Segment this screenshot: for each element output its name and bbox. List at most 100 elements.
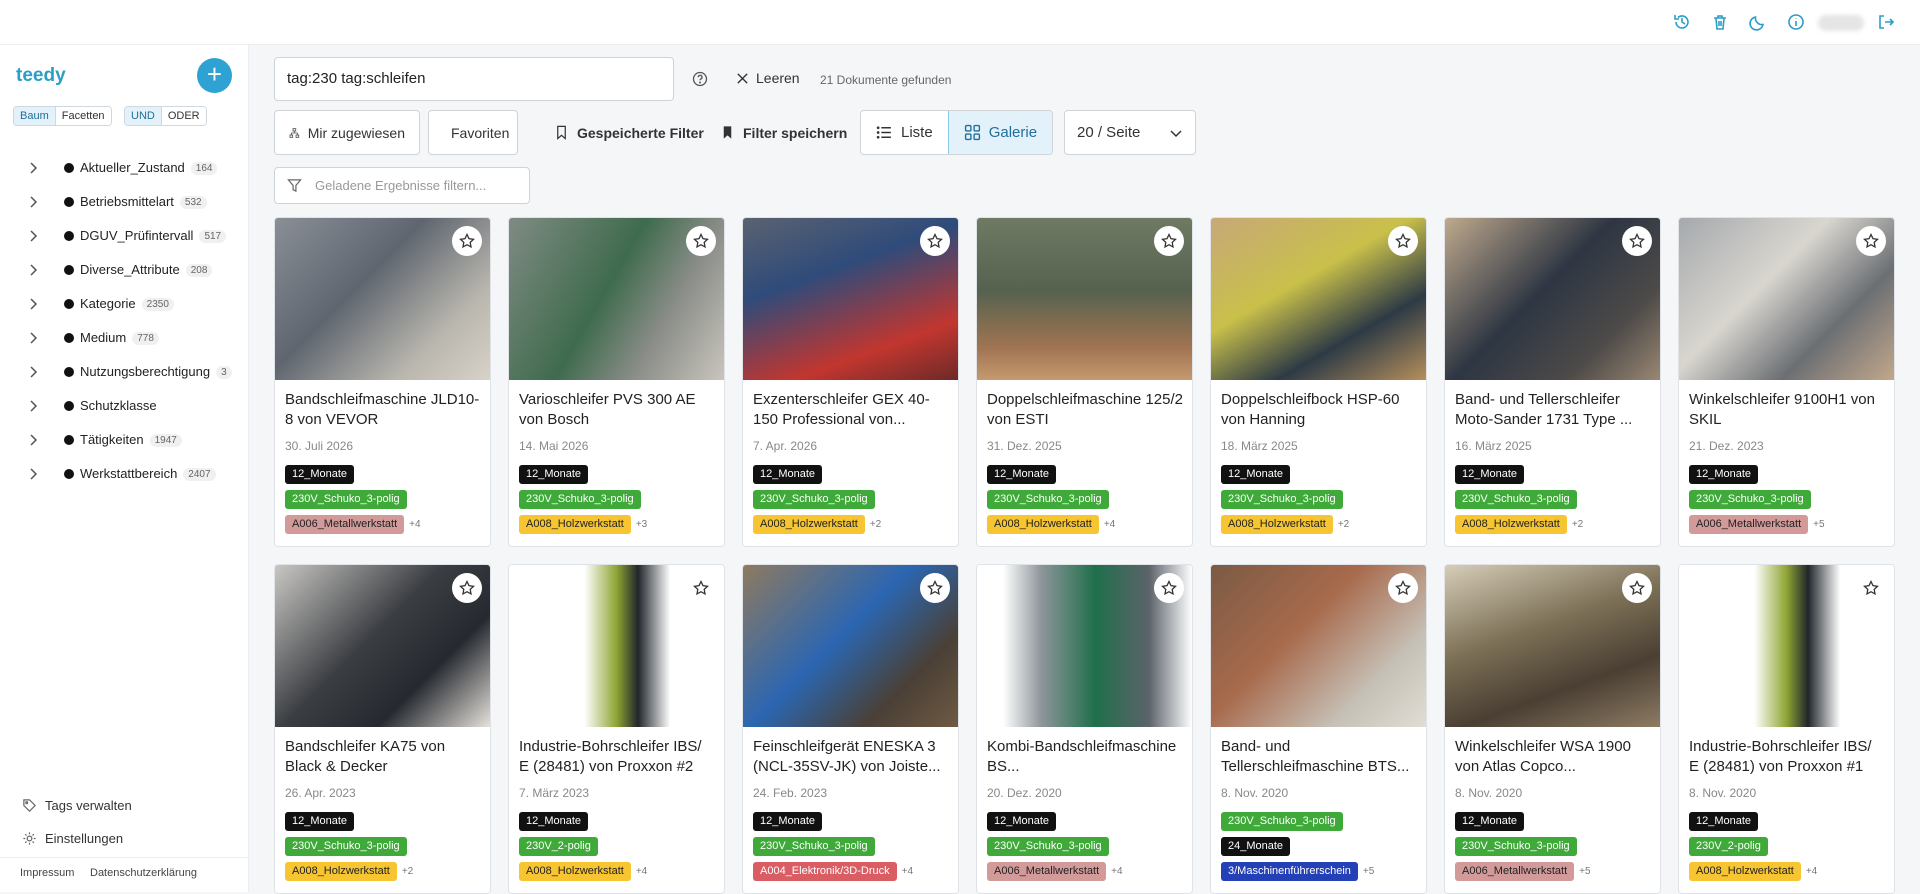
document-title[interactable]: Feinschleifgerät ENESKA 3 (NCL-35SV-JK) … <box>753 737 949 777</box>
tag-badge[interactable]: A008_Holzwerkstatt <box>1455 515 1567 534</box>
chevron-right-icon[interactable] <box>26 467 40 481</box>
document-card[interactable]: Band- und Tellerschleifmaschine BTS... 8.… <box>1210 564 1427 894</box>
settings-link[interactable]: Einstellungen <box>22 831 123 846</box>
chevron-right-icon[interactable] <box>26 297 40 311</box>
document-card[interactable]: Exzenterschleifer GEX 40-150 Professiona… <box>742 217 959 547</box>
favorite-star-icon[interactable] <box>920 573 950 603</box>
document-card[interactable]: Bandschleifmaschine JLD10-8 von VEVOR 30.… <box>274 217 491 547</box>
result-filter-input[interactable]: Geladene Ergebnisse filtern... <box>274 167 530 204</box>
document-card[interactable]: Industrie-Bohrschleifer IBS/ E (28481) v… <box>1678 564 1895 894</box>
tag-badge[interactable]: 12_Monate <box>1455 812 1525 831</box>
document-title[interactable]: Winkelschleifer WSA 1900 von Atlas Copco… <box>1455 737 1651 777</box>
tag-badge[interactable]: 230V_Schuko_3-polig <box>519 490 641 509</box>
tag-badge[interactable]: 230V_Schuko_3-polig <box>987 490 1109 509</box>
tab-oder[interactable]: ODER <box>160 107 206 125</box>
page-size-select[interactable]: 20 / Seite <box>1064 110 1196 155</box>
favorite-star-icon[interactable] <box>1154 573 1184 603</box>
tab-und[interactable]: UND <box>125 107 161 125</box>
tag-badge[interactable]: A008_Holzwerkstatt <box>519 862 631 881</box>
save-filter-button[interactable]: Filter speichern <box>720 110 847 155</box>
clear-search-button[interactable]: Leeren <box>736 70 800 86</box>
tag-badge[interactable]: 12_Monate <box>1221 465 1291 484</box>
tag-badge[interactable]: 230V_Schuko_3-polig <box>987 837 1109 856</box>
tag-badge[interactable]: 12_Monate <box>1455 465 1525 484</box>
document-card[interactable]: Kombi-Bandschleifmaschine BS... 20. Dez. … <box>976 564 1193 894</box>
tag-badge[interactable]: 230V_Schuko_3-polig <box>285 490 407 509</box>
tag-badge[interactable]: A008_Holzwerkstatt <box>987 515 1099 534</box>
gallery-view-button[interactable]: Galerie <box>947 111 1053 154</box>
tag-badge[interactable]: 12_Monate <box>987 465 1057 484</box>
document-title[interactable]: Doppelschleifbock HSP-60 von Hanning <box>1221 390 1417 430</box>
search-input[interactable]: tag:230 tag:schleifen <box>274 57 674 101</box>
tag-badge[interactable]: 230V_Schuko_3-polig <box>753 837 875 856</box>
tag-badge[interactable]: A006_Metallwerkstatt <box>285 515 405 534</box>
chevron-right-icon[interactable] <box>26 195 40 209</box>
tag-badge[interactable]: 230V_Schuko_3-polig <box>1221 490 1343 509</box>
tag-badge[interactable]: 12_Monate <box>285 812 355 831</box>
impressum-link[interactable]: Impressum <box>20 867 74 879</box>
tab-facetten[interactable]: Facetten <box>54 107 111 125</box>
document-title[interactable]: Industrie-Bohrschleifer IBS/ E (28481) v… <box>519 737 715 777</box>
chevron-right-icon[interactable] <box>26 229 40 243</box>
document-title[interactable]: Band- und Tellerschleifmaschine BTS... <box>1221 737 1417 777</box>
favorite-star-icon[interactable] <box>1154 226 1184 256</box>
document-title[interactable]: Kombi-Bandschleifmaschine BS... <box>987 737 1183 777</box>
favorite-star-icon[interactable] <box>1388 573 1418 603</box>
tree-item[interactable]: Kategorie 2350 <box>0 287 248 321</box>
assigned-to-me-button[interactable]: Mir zugewiesen <box>274 110 420 155</box>
info-icon[interactable] <box>1786 12 1806 32</box>
tree-item[interactable]: Medium 778 <box>0 321 248 355</box>
tree-item[interactable]: Betriebsmittelart 532 <box>0 185 248 219</box>
document-title[interactable]: Doppelschleifmaschine 125/2 von ESTI <box>987 390 1183 430</box>
add-document-button[interactable]: + <box>197 58 232 93</box>
tree-item[interactable]: Tätigkeiten 1947 <box>0 423 248 457</box>
tag-badge[interactable]: 3/Maschinenführerschein <box>1221 862 1358 881</box>
tag-badge[interactable]: 230V_Schuko_3-polig <box>753 490 875 509</box>
manage-tags-link[interactable]: Tags verwalten <box>22 798 132 813</box>
favorite-star-icon[interactable] <box>686 573 716 603</box>
tag-badge[interactable]: 12_Monate <box>753 465 823 484</box>
tree-item[interactable]: Nutzungsberechtigung 3 <box>0 355 248 389</box>
favorite-star-icon[interactable] <box>920 226 950 256</box>
chevron-right-icon[interactable] <box>26 433 40 447</box>
chevron-right-icon[interactable] <box>26 263 40 277</box>
tree-item[interactable]: Aktueller_Zustand 164 <box>0 151 248 185</box>
user-name-blurred[interactable] <box>1818 15 1864 31</box>
document-title[interactable]: Exzenterschleifer GEX 40-150 Professiona… <box>753 390 949 430</box>
document-title[interactable]: Winkelschleifer 9100H1 von SKIL <box>1689 390 1885 430</box>
tag-badge[interactable]: 230V_Schuko_3-polig <box>1455 490 1577 509</box>
tag-badge[interactable]: A008_Holzwerkstatt <box>753 515 865 534</box>
tag-badge[interactable]: A006_Metallwerkstatt <box>1455 862 1575 881</box>
tag-badge[interactable]: 12_Monate <box>519 812 589 831</box>
document-card[interactable]: Industrie-Bohrschleifer IBS/ E (28481) v… <box>508 564 725 894</box>
document-title[interactable]: Varioschleifer PVS 300 AE von Bosch <box>519 390 715 430</box>
tag-badge[interactable]: 12_Monate <box>519 465 589 484</box>
favorite-star-icon[interactable] <box>1856 573 1886 603</box>
tag-badge[interactable]: A008_Holzwerkstatt <box>1689 862 1801 881</box>
tree-item[interactable]: Werkstattbereich 2407 <box>0 457 248 491</box>
document-card[interactable]: Band- und Tellerschleifer Moto-Sander 17… <box>1444 217 1661 547</box>
tree-item[interactable]: Diverse_Attribute 208 <box>0 253 248 287</box>
document-title[interactable]: Bandschleifmaschine JLD10-8 von VEVOR <box>285 390 481 430</box>
favorite-star-icon[interactable] <box>452 573 482 603</box>
tab-baum[interactable]: Baum <box>14 107 55 125</box>
saved-filters-button[interactable]: Gespeicherte Filter <box>554 110 704 155</box>
document-card[interactable]: Varioschleifer PVS 300 AE von Bosch 14. M… <box>508 217 725 547</box>
document-card[interactable]: Winkelschleifer WSA 1900 von Atlas Copco… <box>1444 564 1661 894</box>
favorite-star-icon[interactable] <box>1856 226 1886 256</box>
privacy-link[interactable]: Datenschutzerklärung <box>90 867 197 879</box>
tag-badge[interactable]: A008_Holzwerkstatt <box>1221 515 1333 534</box>
tag-badge[interactable]: 230V_Schuko_3-polig <box>1455 837 1577 856</box>
trash-icon[interactable] <box>1710 12 1730 32</box>
tag-badge[interactable]: 12_Monate <box>285 465 355 484</box>
tag-badge[interactable]: 230V_2-polig <box>1689 837 1768 856</box>
document-card[interactable]: Doppelschleifmaschine 125/2 von ESTI 31. … <box>976 217 1193 547</box>
chevron-right-icon[interactable] <box>26 365 40 379</box>
favorite-star-icon[interactable] <box>1622 573 1652 603</box>
tag-badge[interactable]: 12_Monate <box>753 812 823 831</box>
document-card[interactable]: Feinschleifgerät ENESKA 3 (NCL-35SV-JK) … <box>742 564 959 894</box>
favorites-button[interactable]: Favoriten <box>428 110 518 155</box>
tag-badge[interactable]: 230V_Schuko_3-polig <box>1221 812 1343 831</box>
favorite-star-icon[interactable] <box>686 226 716 256</box>
tag-badge[interactable]: A006_Metallwerkstatt <box>1689 515 1809 534</box>
